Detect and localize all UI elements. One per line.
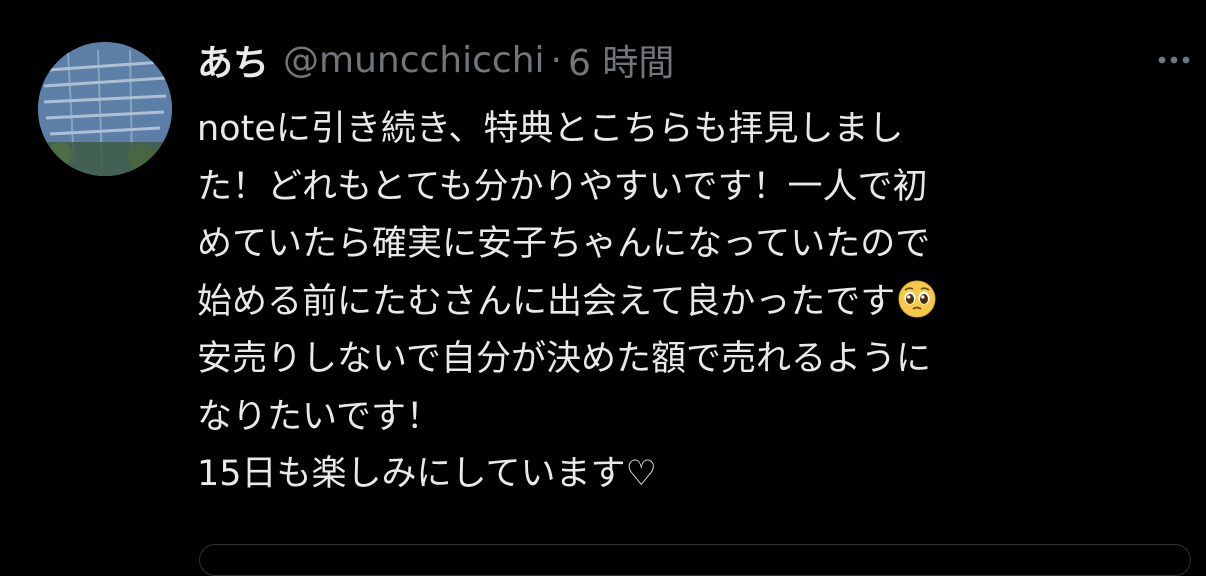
tweet-text: noteに引き続き、特典とこちらも拝見しまし た！どれもとても分かりやすいです！… [197, 101, 1187, 504]
tweet[interactable]: あち @muncchicchi · 6 時間 noteに引き続き、特典とこちらも… [0, 0, 1206, 576]
avatar-photo-icon [38, 42, 172, 176]
author-handle[interactable]: @muncchicchi [283, 40, 545, 81]
tweet-text-line: noteに引き続き、特典とこちらも拝見しまし [197, 109, 904, 149]
quoted-card-edge[interactable] [199, 544, 1191, 576]
tweet-text-line: 始める前にたむさんに出会えて良かったです [197, 281, 896, 322]
tweet-text-line: めていたら確実に安子ちゃんになっていたので [197, 224, 931, 264]
tweet-header: あち @muncchicchi · 6 時間 [197, 32, 674, 88]
more-horizontal-icon [1158, 56, 1190, 64]
tweet-text-line: た！どれもとても分かりやすいです！一人で初 [197, 166, 928, 207]
pleading-face-emoji-icon [897, 279, 937, 338]
header-separator: · [550, 39, 562, 81]
tweet-text-line-with-emoji: 始める前にたむさんに出会えて良かったです [197, 274, 1187, 332]
tweet-text-line: 安売りしないで自分が決めた額で売れるように [197, 339, 931, 379]
avatar[interactable] [38, 42, 172, 176]
more-options-button[interactable] [1152, 47, 1196, 73]
tweet-text-line: なりたいです！ [197, 396, 441, 437]
author-display-name[interactable]: あち [197, 34, 269, 86]
tweet-timestamp[interactable]: 6 時間 [568, 34, 674, 86]
tweet-text-line: 15日も楽しみにしています♡ [197, 454, 657, 494]
